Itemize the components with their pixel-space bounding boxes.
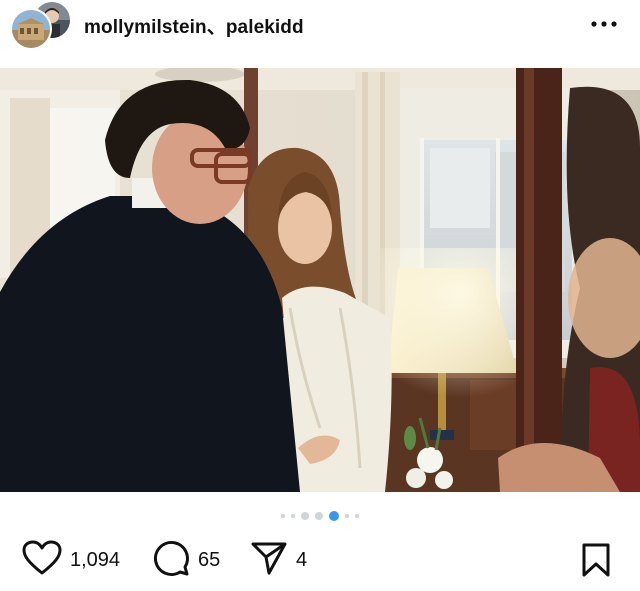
carousel-dot (315, 512, 323, 520)
collab-avatars[interactable] (10, 0, 72, 56)
carousel-dot (355, 514, 359, 518)
more-horizontal-icon[interactable] (588, 10, 620, 38)
avatar-mollymilstein[interactable] (10, 8, 52, 50)
carousel-dot (291, 514, 295, 518)
bookmark-icon[interactable] (580, 542, 616, 578)
carousel-dot (301, 512, 309, 520)
post-header: mollymilstein、palekidd (0, 0, 640, 68)
photo-illustration (0, 68, 640, 492)
comment-count[interactable]: 65 (198, 549, 220, 572)
post-author-handles[interactable]: mollymilstein、palekidd (84, 12, 304, 39)
like-count[interactable]: 1,094 (70, 549, 120, 572)
post-photo[interactable] (0, 68, 640, 492)
post-actions: 1,094 65 4 (0, 538, 640, 582)
carousel-dot-active (329, 511, 339, 521)
comment-action[interactable]: 65 (152, 538, 220, 582)
carousel-dot (281, 514, 285, 518)
like-action[interactable]: 1,094 (22, 538, 120, 582)
carousel-dot (345, 514, 349, 518)
share-count[interactable]: 4 (296, 549, 307, 572)
comment-bubble-icon[interactable] (152, 539, 190, 582)
paper-plane-icon[interactable] (250, 540, 288, 581)
heart-icon[interactable] (22, 540, 62, 581)
carousel-indicator (0, 508, 640, 524)
share-action[interactable]: 4 (250, 538, 307, 582)
